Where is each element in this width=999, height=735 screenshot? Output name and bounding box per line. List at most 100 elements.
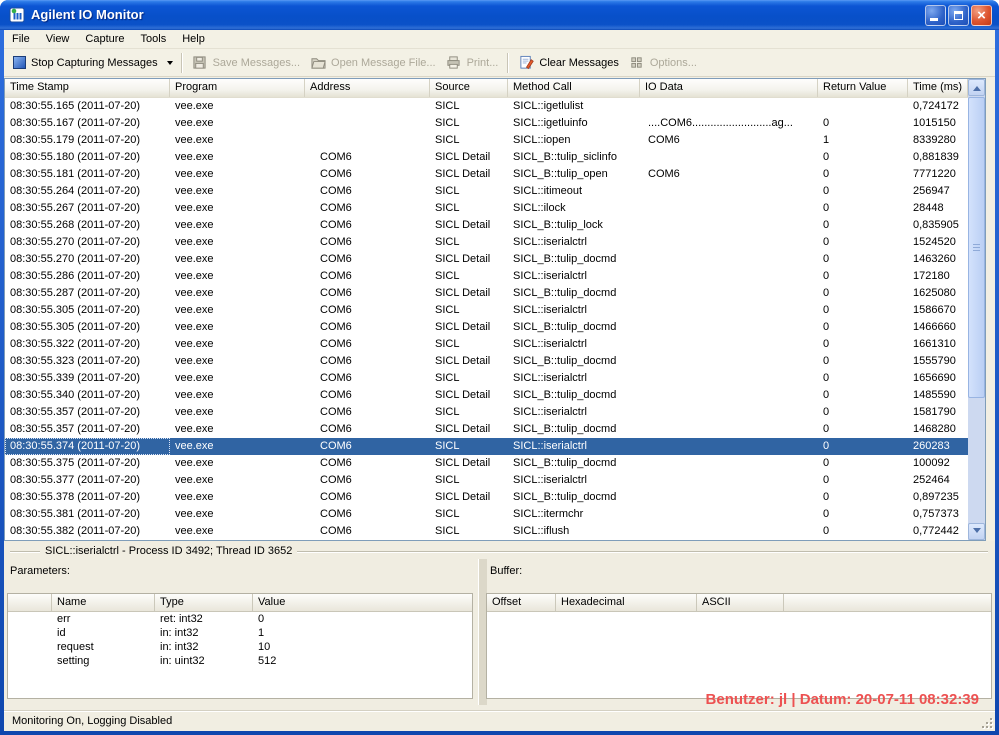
table-row[interactable]: 08:30:55.357 (2011-07-20)vee.exeCOM6SICL…	[5, 421, 968, 438]
table-row[interactable]: 08:30:55.267 (2011-07-20)vee.exeCOM6SICL…	[5, 200, 968, 217]
table-row[interactable]: 08:30:55.287 (2011-07-20)vee.exeCOM6SICL…	[5, 285, 968, 302]
menu-item-capture[interactable]: Capture	[77, 30, 132, 48]
table-cell: COM6	[305, 455, 430, 472]
table-row[interactable]: 08:30:55.305 (2011-07-20)vee.exeCOM6SICL…	[5, 319, 968, 336]
table-row[interactable]: 08:30:55.375 (2011-07-20)vee.exeCOM6SICL…	[5, 455, 968, 472]
parameter-row[interactable]: settingin: uint32512	[8, 654, 472, 668]
parameters-column-header[interactable]: Value	[253, 594, 472, 611]
parameters-table-header: NameTypeValue	[8, 594, 472, 612]
table-cell: SICL::iserialctrl	[508, 370, 640, 387]
menu-item-view[interactable]: View	[38, 30, 78, 48]
table-cell: 08:30:55.165 (2011-07-20)	[5, 98, 170, 115]
table-row[interactable]: 08:30:55.322 (2011-07-20)vee.exeCOM6SICL…	[5, 336, 968, 353]
table-row[interactable]: 08:30:55.378 (2011-07-20)vee.exeCOM6SICL…	[5, 489, 968, 506]
table-cell	[640, 336, 818, 353]
table-cell: 0	[818, 183, 908, 200]
table-row[interactable]: 08:30:55.339 (2011-07-20)vee.exeCOM6SICL…	[5, 370, 968, 387]
table-row[interactable]: 08:30:55.340 (2011-07-20)vee.exeCOM6SICL…	[5, 387, 968, 404]
table-cell: SICL	[430, 523, 508, 540]
save-messages-label: Save Messages...	[213, 57, 300, 69]
table-row[interactable]: 08:30:55.179 (2011-07-20)vee.exeSICLSICL…	[5, 132, 968, 149]
table-cell	[305, 98, 430, 115]
resize-grip[interactable]	[981, 717, 993, 729]
parameters-table-body: errret: int320idin: int321requestin: int…	[8, 612, 472, 668]
menu-item-file[interactable]: File	[4, 30, 38, 48]
buffer-column-header[interactable]: Offset	[487, 594, 556, 611]
parameters-column-header[interactable]: Name	[52, 594, 155, 611]
table-row[interactable]: 08:30:55.167 (2011-07-20)vee.exeSICLSICL…	[5, 115, 968, 132]
parameter-row[interactable]: errret: int320	[8, 612, 472, 626]
table-cell: 8339280	[908, 132, 968, 149]
table-cell: 1463260	[908, 251, 968, 268]
parameters-label: Parameters:	[10, 565, 70, 577]
parameter-cell: in: uint32	[155, 654, 253, 668]
open-message-file-button[interactable]: Open Message File...	[305, 52, 441, 74]
column-header[interactable]: Return Value	[818, 79, 908, 97]
column-header[interactable]: Address	[305, 79, 430, 97]
table-cell: vee.exe	[170, 387, 305, 404]
table-cell: COM6	[305, 489, 430, 506]
table-cell: SICL	[430, 268, 508, 285]
table-row[interactable]: 08:30:55.381 (2011-07-20)vee.exeCOM6SICL…	[5, 506, 968, 523]
parameters-column-header[interactable]: Type	[155, 594, 253, 611]
scroll-down-button[interactable]	[968, 523, 985, 540]
print-button[interactable]: Print...	[441, 52, 504, 74]
stop-capturing-button[interactable]: Stop Capturing Messages	[8, 53, 163, 72]
table-row[interactable]: 08:30:55.270 (2011-07-20)vee.exeCOM6SICL…	[5, 251, 968, 268]
capture-dropdown-button[interactable]	[163, 55, 177, 71]
table-cell	[640, 234, 818, 251]
table-cell: 0	[818, 217, 908, 234]
save-messages-button[interactable]: Save Messages...	[187, 52, 305, 74]
clear-messages-button[interactable]: Clear Messages	[513, 52, 623, 74]
parameter-row[interactable]: requestin: int3210	[8, 640, 472, 654]
table-cell: 0	[818, 115, 908, 132]
arrow-up-icon	[973, 82, 981, 91]
buffer-column-header[interactable]: Hexadecimal	[556, 594, 697, 611]
title-bar[interactable]: Agilent IO Monitor ×	[0, 0, 999, 30]
scrollbar-thumb[interactable]	[968, 97, 985, 398]
menu-item-tools[interactable]: Tools	[133, 30, 175, 48]
table-row[interactable]: 08:30:55.323 (2011-07-20)vee.exeCOM6SICL…	[5, 353, 968, 370]
maximize-button[interactable]	[948, 5, 969, 26]
table-row[interactable]: 08:30:55.264 (2011-07-20)vee.exeCOM6SICL…	[5, 183, 968, 200]
column-header[interactable]: Source	[430, 79, 508, 97]
table-row[interactable]: 08:30:55.270 (2011-07-20)vee.exeCOM6SICL…	[5, 234, 968, 251]
table-row[interactable]: 08:30:55.377 (2011-07-20)vee.exeCOM6SICL…	[5, 472, 968, 489]
column-header[interactable]: Method Call	[508, 79, 640, 97]
save-icon	[192, 55, 208, 71]
menu-item-help[interactable]: Help	[174, 30, 213, 48]
table-cell: 1	[818, 132, 908, 149]
table-cell: vee.exe	[170, 132, 305, 149]
table-row[interactable]: 08:30:55.268 (2011-07-20)vee.exeCOM6SICL…	[5, 217, 968, 234]
buffer-column-header[interactable]: ASCII	[697, 594, 784, 611]
table-row[interactable]: 08:30:55.374 (2011-07-20)vee.exeCOM6SICL…	[5, 438, 968, 455]
column-header[interactable]: Time Stamp	[5, 79, 170, 97]
options-button[interactable]: Options...	[624, 52, 702, 74]
parameters-column-header[interactable]	[8, 594, 52, 611]
table-cell: 08:30:55.181 (2011-07-20)	[5, 166, 170, 183]
table-row[interactable]: 08:30:55.181 (2011-07-20)vee.exeCOM6SICL…	[5, 166, 968, 183]
table-cell: SICL::iserialctrl	[508, 268, 640, 285]
table-cell: COM6	[305, 370, 430, 387]
table-cell: SICL::iserialctrl	[508, 234, 640, 251]
table-cell	[640, 472, 818, 489]
column-header[interactable]: IO Data	[640, 79, 818, 97]
column-header[interactable]: Time (ms)	[908, 79, 968, 97]
table-cell	[818, 98, 908, 115]
close-button[interactable]: ×	[971, 5, 992, 26]
column-header[interactable]: Program	[170, 79, 305, 97]
buffer-column-header[interactable]	[784, 594, 991, 611]
table-row[interactable]: 08:30:55.286 (2011-07-20)vee.exeCOM6SICL…	[5, 268, 968, 285]
table-row[interactable]: 08:30:55.165 (2011-07-20)vee.exeSICLSICL…	[5, 98, 968, 115]
table-row[interactable]: 08:30:55.180 (2011-07-20)vee.exeCOM6SICL…	[5, 149, 968, 166]
vertical-scrollbar[interactable]	[968, 79, 985, 540]
table-row[interactable]: 08:30:55.382 (2011-07-20)vee.exeCOM6SICL…	[5, 523, 968, 540]
parameter-row[interactable]: idin: int321	[8, 626, 472, 640]
minimize-button[interactable]	[925, 5, 946, 26]
table-row[interactable]: 08:30:55.357 (2011-07-20)vee.exeCOM6SICL…	[5, 404, 968, 421]
table-cell: 1625080	[908, 285, 968, 302]
table-cell: SICL::iserialctrl	[508, 472, 640, 489]
table-cell: 0	[818, 472, 908, 489]
table-row[interactable]: 08:30:55.305 (2011-07-20)vee.exeCOM6SICL…	[5, 302, 968, 319]
scroll-up-button[interactable]	[968, 79, 985, 96]
